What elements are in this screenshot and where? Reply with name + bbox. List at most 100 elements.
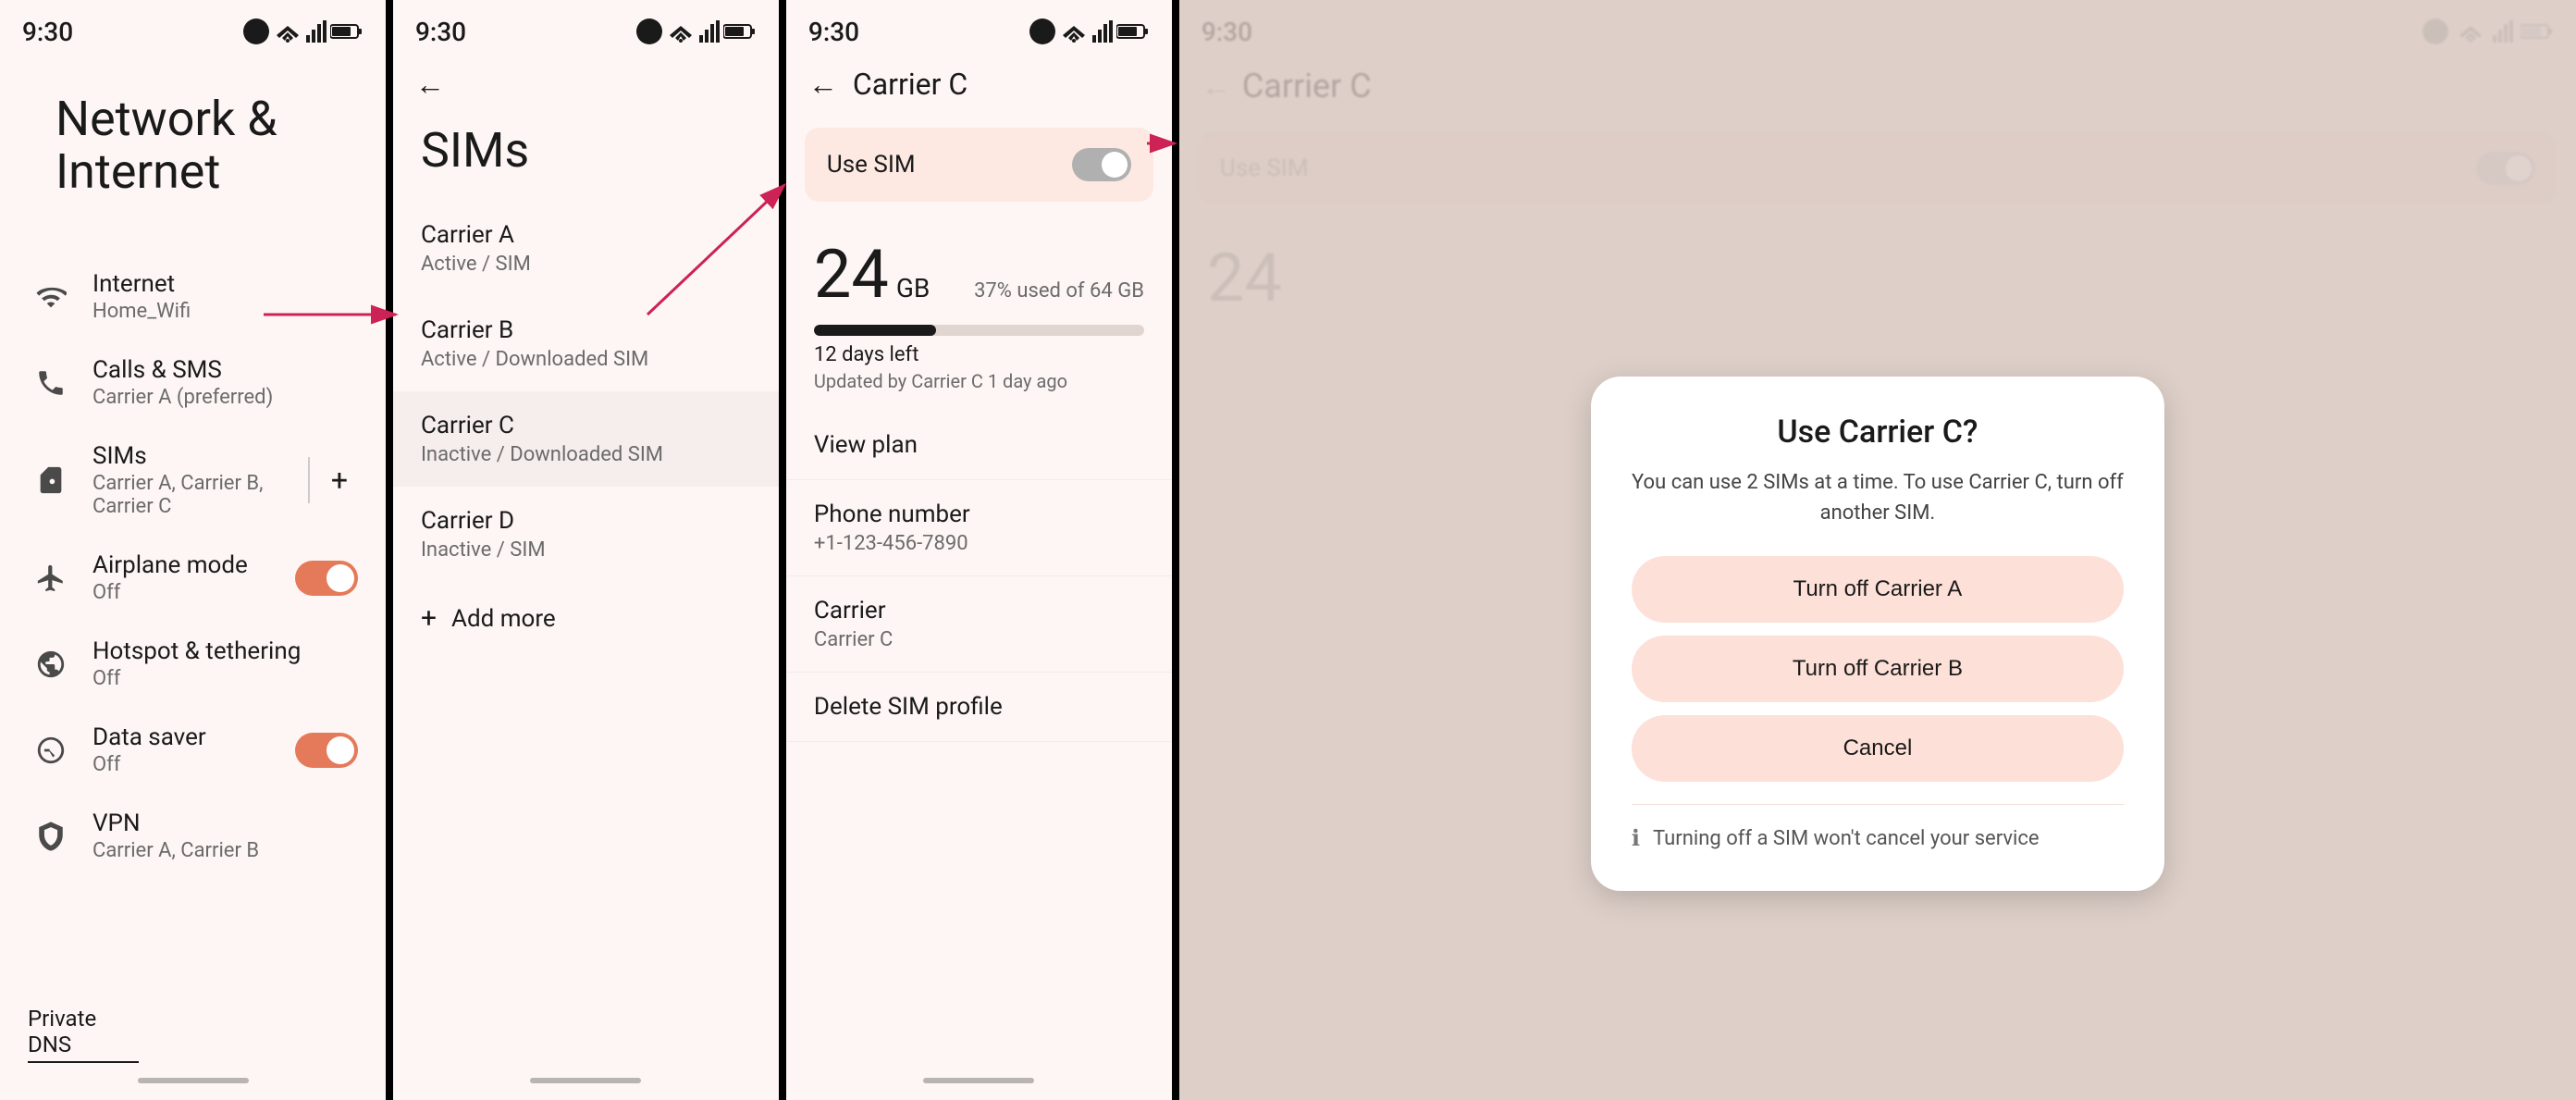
hotspot-label: Hotspot & tethering: [92, 637, 358, 665]
signal-bar-1: [306, 20, 327, 43]
nav-bar-3: [923, 1078, 1034, 1083]
sims-sublabel: Carrier A, Carrier B, Carrier C: [92, 472, 297, 518]
data-saver-text: Data saver Off: [92, 723, 295, 776]
airplane-label: Airplane mode: [92, 551, 295, 579]
internet-label: Internet: [92, 270, 358, 298]
hotspot-sublabel: Off: [92, 667, 358, 690]
cancel-button[interactable]: Cancel: [1632, 715, 2124, 782]
menu-item-calls-sms[interactable]: Calls & SMS Carrier A (preferred): [0, 340, 386, 426]
sims-text: SIMs Carrier A, Carrier B, Carrier C: [92, 442, 297, 518]
sim-item-carrier-c[interactable]: Carrier C Inactive / Downloaded SIM: [393, 391, 779, 487]
delete-sim-item[interactable]: Delete SIM profile: [786, 673, 1172, 742]
vpn-icon: [28, 813, 74, 859]
sims-label: SIMs: [92, 442, 297, 470]
data-bar-background: [814, 325, 1144, 336]
signal-icons-3: [1029, 19, 1150, 44]
add-sim-button[interactable]: +: [321, 462, 358, 499]
turn-off-carrier-b-button[interactable]: Turn off Carrier B: [1632, 636, 2124, 702]
phone-number-item[interactable]: Phone number +1-123-456-7890: [786, 480, 1172, 576]
menu-item-airplane[interactable]: Airplane mode Off: [0, 535, 386, 621]
private-dns-label: Private DNS: [28, 1006, 96, 1057]
dialog-description: You can use 2 SIMs at a time. To use Car…: [1632, 467, 2124, 528]
carrier-c-name: Carrier C: [421, 412, 751, 439]
delete-sim-label: Delete SIM profile: [814, 693, 1144, 721]
back-arrow-3[interactable]: ←: [808, 67, 838, 102]
gap-3: [1172, 0, 1177, 1100]
phone-number-label: Phone number: [814, 501, 1144, 528]
use-sim-toggle[interactable]: [1072, 148, 1131, 181]
data-saver-icon: [28, 727, 74, 773]
screen-sims: 9:30: [393, 0, 779, 1100]
gap-2: [779, 0, 784, 1100]
vpn-text: VPN Carrier A, Carrier B: [92, 810, 358, 862]
sim-item-carrier-b[interactable]: Carrier B Active / Downloaded SIM: [393, 296, 779, 391]
back-row-3: ← Carrier C: [786, 56, 1172, 113]
page-title-network: Network & Internet: [28, 74, 358, 226]
data-number: 24: [814, 235, 889, 314]
carrier-value: Carrier C: [814, 628, 1144, 651]
days-left: 12 days left: [814, 343, 1144, 366]
battery-icon-3: [1116, 22, 1150, 41]
menu-item-vpn[interactable]: VPN Carrier A, Carrier B: [0, 793, 386, 879]
info-icon: ℹ: [1632, 825, 1640, 851]
carrier-label: Carrier: [814, 597, 1144, 624]
battery-icon-1: [330, 22, 364, 41]
internet-sublabel: Home_Wifi: [92, 300, 358, 323]
carrier-item[interactable]: Carrier Carrier C: [786, 576, 1172, 673]
wifi-icon: [28, 274, 74, 320]
calls-sms-label: Calls & SMS: [92, 356, 358, 384]
phone-icon: [28, 360, 74, 406]
wifi-status-icon: [273, 20, 302, 43]
camera-dot-3: [1029, 19, 1055, 44]
nav-bar-1: [138, 1078, 249, 1083]
carrier-b-status: Active / Downloaded SIM: [421, 348, 751, 371]
dialog-note: ℹ Turning off a SIM won't cancel your se…: [1632, 804, 2124, 854]
airplane-toggle-knob: [327, 564, 354, 592]
data-saver-sublabel: Off: [92, 753, 295, 776]
data-saver-toggle[interactable]: [295, 733, 358, 768]
menu-item-internet[interactable]: Internet Home_Wifi: [0, 253, 386, 340]
nav-bar-2: [530, 1078, 641, 1083]
battery-icon-2: [723, 22, 757, 41]
signal-icons-1: [243, 19, 364, 44]
wifi-status-icon-2: [666, 20, 696, 43]
private-dns-footer: Private DNS: [28, 1006, 139, 1063]
signal-bar-2: [699, 20, 720, 43]
carrier-b-name: Carrier B: [421, 316, 751, 344]
sim-icon: [28, 457, 74, 503]
airplane-toggle[interactable]: [295, 561, 358, 596]
carrier-d-status: Inactive / SIM: [421, 538, 751, 562]
dialog-note-text: Turning off a SIM won't cancel your serv…: [1653, 823, 2040, 854]
menu-item-sims[interactable]: SIMs Carrier A, Carrier B, Carrier C +: [0, 426, 386, 535]
data-section: 24 GB 37% used of 64 GB 12 days left Upd…: [786, 216, 1172, 411]
data-percent: 37% used of 64 GB: [974, 279, 1144, 303]
gap-1: [386, 0, 391, 1100]
dialog-container: Use Carrier C? You can use 2 SIMs at a t…: [1179, 0, 2576, 1100]
turn-off-carrier-a-button[interactable]: Turn off Carrier A: [1632, 556, 2124, 623]
carrier-c-status: Inactive / Downloaded SIM: [421, 443, 751, 466]
use-sim-row: Use SIM: [805, 128, 1153, 202]
back-button-2[interactable]: ←: [393, 56, 779, 113]
data-unit: GB: [896, 273, 931, 303]
divider: [308, 457, 310, 503]
airplane-sublabel: Off: [92, 581, 295, 604]
menu-item-data-saver[interactable]: Data saver Off: [0, 707, 386, 793]
sim-item-carrier-a[interactable]: Carrier A Active / SIM: [393, 201, 779, 296]
airplane-icon: [28, 555, 74, 601]
data-updated: Updated by Carrier C 1 day ago: [814, 370, 1144, 392]
internet-text: Internet Home_Wifi: [92, 270, 358, 323]
carrier-c-page-title: Carrier C: [853, 67, 968, 102]
status-time-1: 9:30: [22, 17, 73, 47]
data-saver-label: Data saver: [92, 723, 295, 751]
screen-dialog: 9:30: [1179, 0, 2576, 1100]
view-plan-label: View plan: [814, 431, 1144, 459]
sim-item-carrier-d[interactable]: Carrier D Inactive / SIM: [393, 487, 779, 582]
carrier-a-status: Active / SIM: [421, 253, 751, 276]
menu-item-hotspot[interactable]: Hotspot & tethering Off: [0, 621, 386, 707]
calls-sms-sublabel: Carrier A (preferred): [92, 386, 358, 409]
hotspot-icon: [28, 641, 74, 687]
data-saver-toggle-knob: [327, 736, 354, 764]
add-more-button[interactable]: + Add more: [393, 582, 779, 655]
view-plan-item[interactable]: View plan: [786, 411, 1172, 480]
airplane-text: Airplane mode Off: [92, 551, 295, 604]
